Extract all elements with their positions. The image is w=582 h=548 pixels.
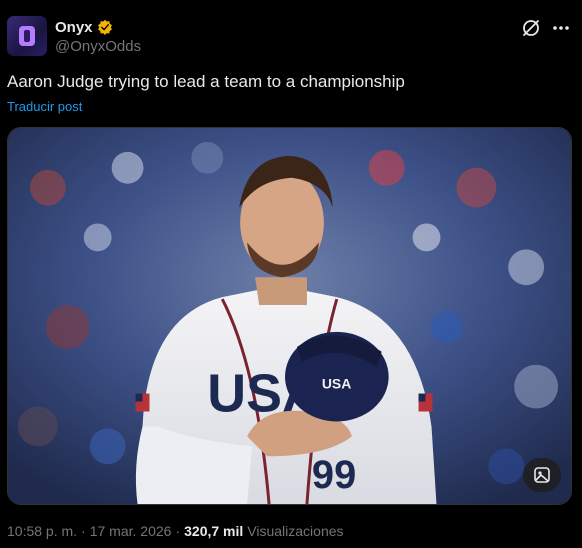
onyx-logo-icon	[19, 26, 35, 46]
post-text: Aaron Judge trying to lead a team to a c…	[7, 72, 405, 91]
views-count: 320,7 mil	[184, 523, 244, 539]
cap-logo: USA	[322, 376, 351, 392]
grok-icon[interactable]	[521, 18, 541, 38]
baseball-player-photo: USA 99 USA	[8, 128, 571, 504]
more-options-icon[interactable]	[551, 18, 571, 38]
post-date[interactable]: 17 mar. 2026	[90, 523, 172, 539]
image-alt-button[interactable]	[523, 458, 561, 492]
author-block: Onyx @OnyxOdds	[55, 17, 141, 56]
post-time[interactable]: 10:58 p. m.	[7, 523, 77, 539]
post-image[interactable]: USA 99 USA	[7, 127, 572, 505]
avatar[interactable]	[7, 16, 47, 56]
post-meta: 10:58 p. m. · 17 mar. 2026 · 320,7 mil V…	[7, 523, 344, 539]
jersey-number: 99	[312, 453, 356, 497]
author-display-name[interactable]: Onyx	[55, 19, 93, 36]
views-label: Visualizaciones	[247, 523, 344, 539]
meta-separator: ·	[81, 523, 86, 539]
meta-separator-2: ·	[175, 523, 181, 539]
image-alt-icon	[534, 467, 550, 483]
verified-badge-icon	[97, 19, 112, 35]
post-header: Onyx @OnyxOdds	[7, 16, 575, 60]
translate-post-link[interactable]: Traducir post	[7, 99, 82, 114]
author-handle[interactable]: @OnyxOdds	[55, 38, 141, 55]
